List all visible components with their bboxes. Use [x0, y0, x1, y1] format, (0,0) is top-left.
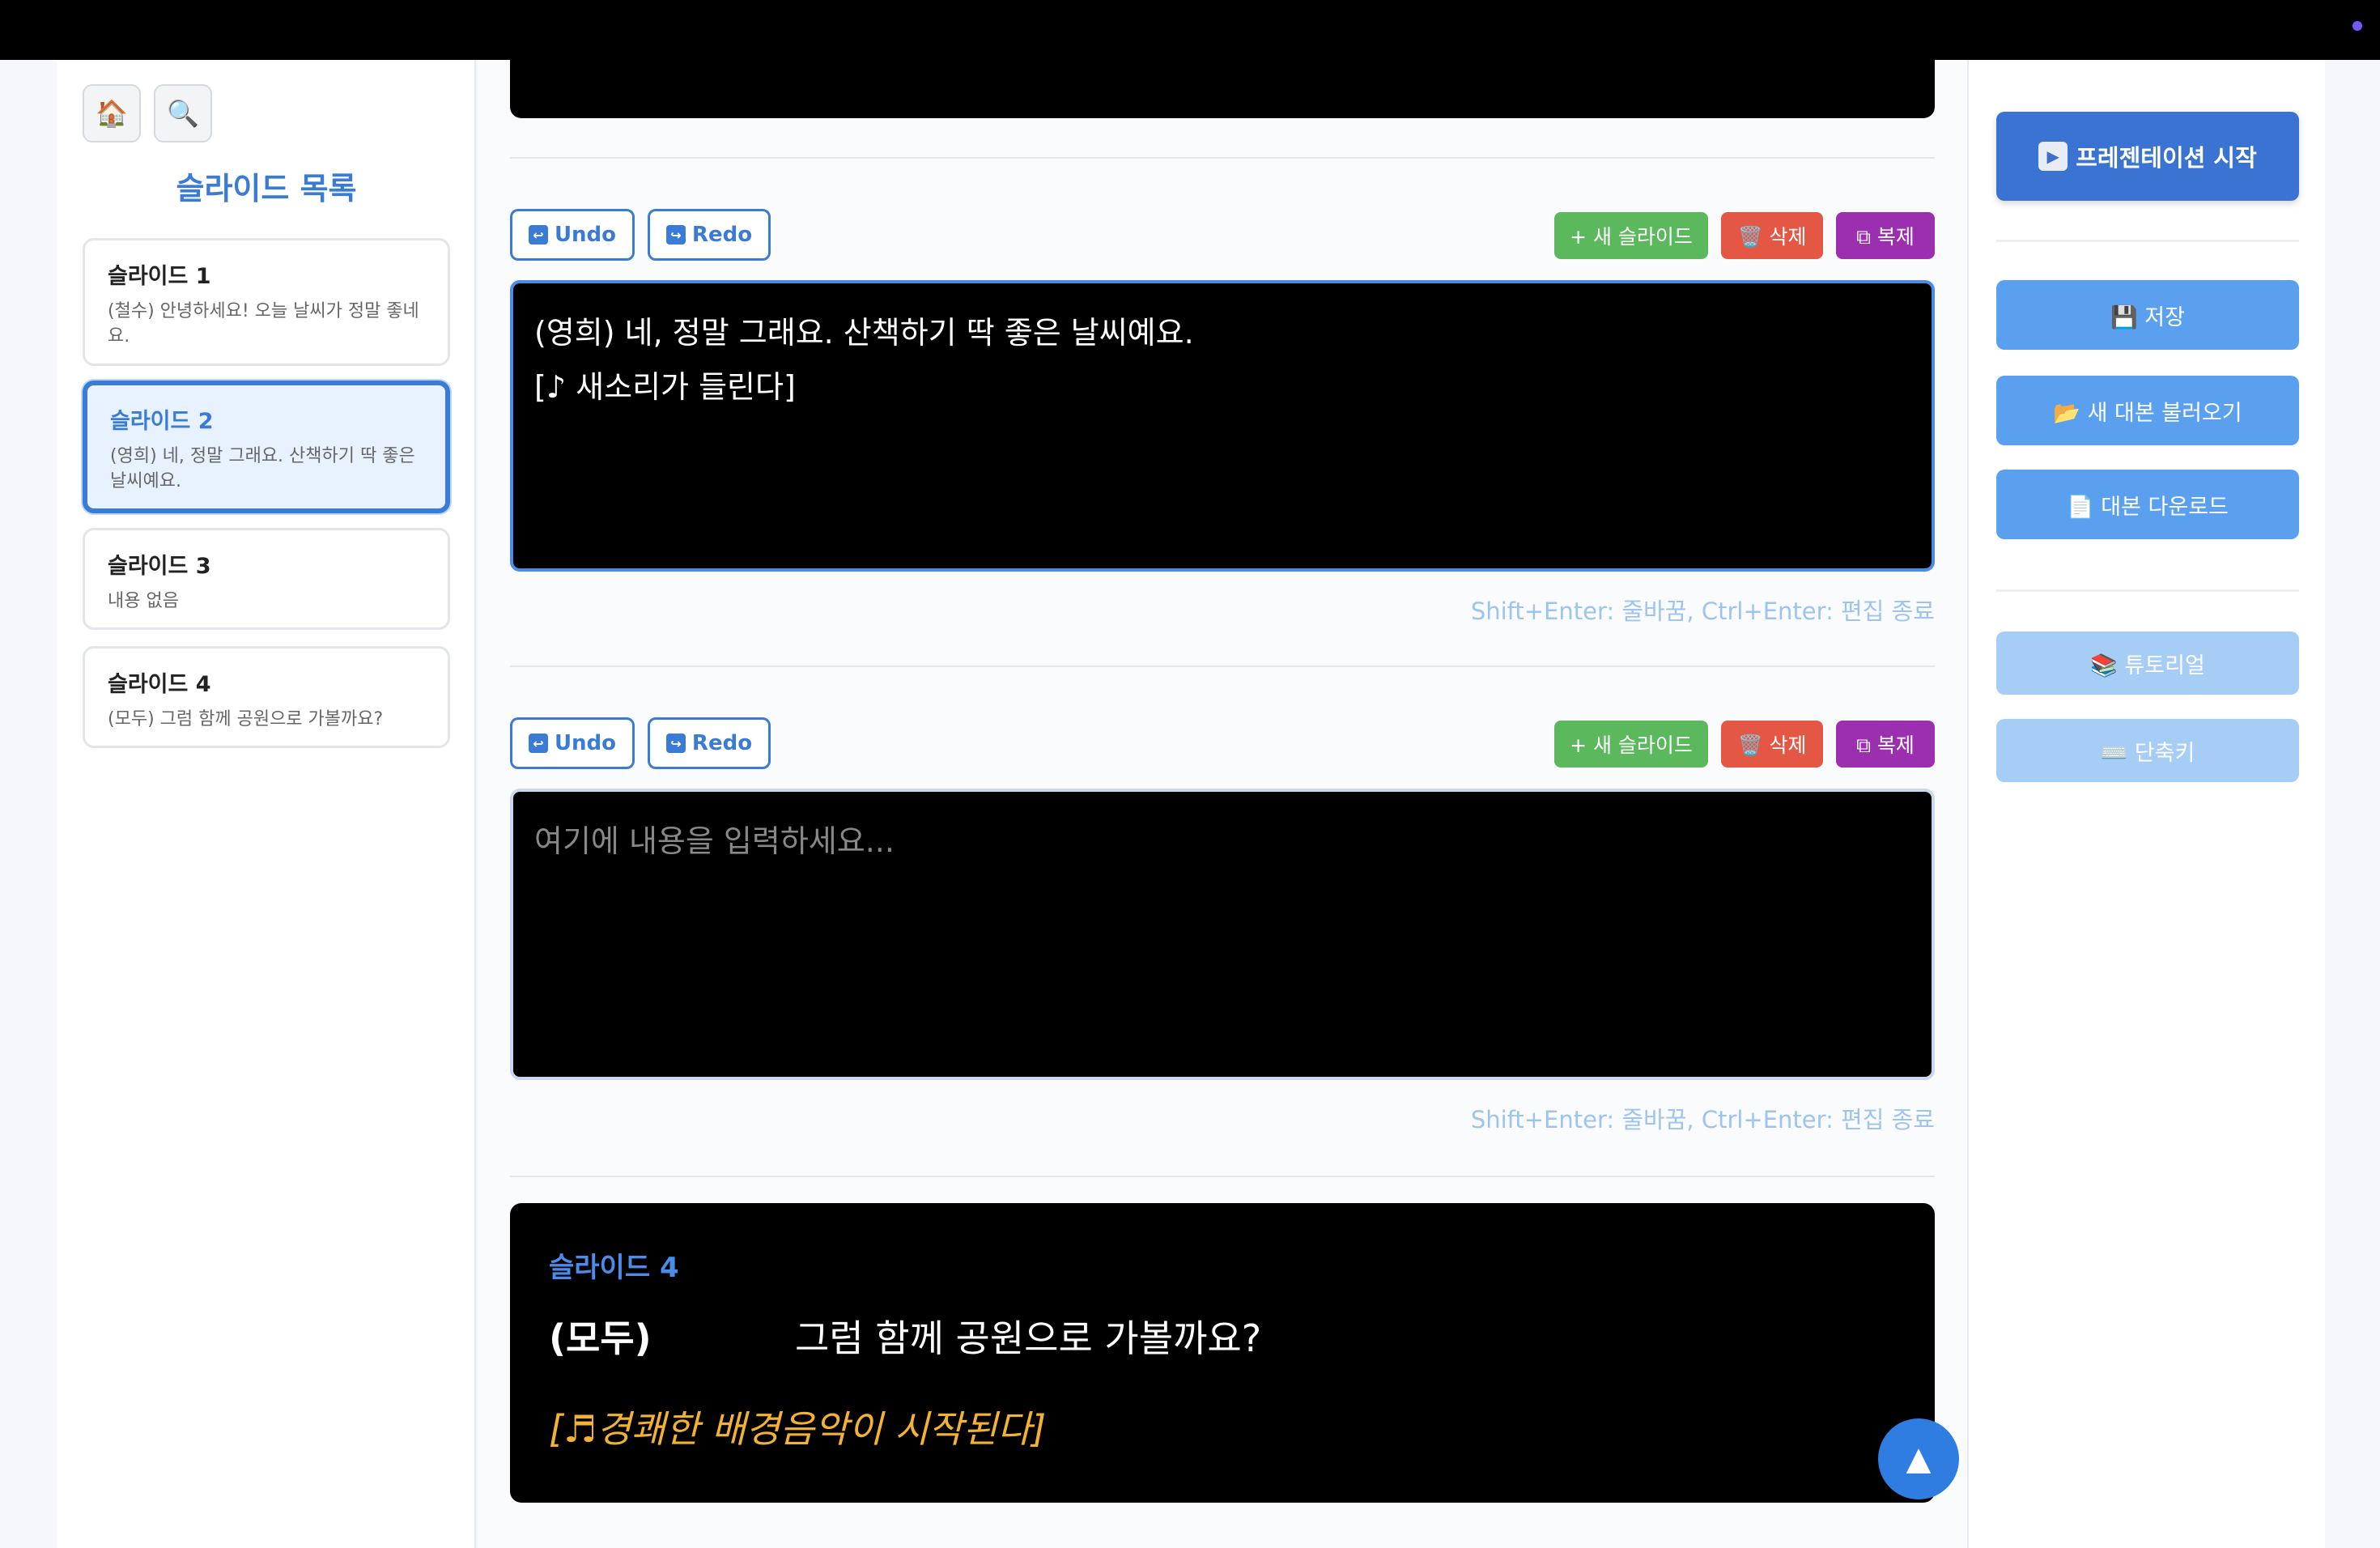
status-dot — [2352, 21, 2362, 31]
slide-item-preview: (영희) 네, 정말 그래요. 산책하기 딱 좋은 날씨예요. — [110, 446, 415, 491]
editor-line: (영희) 네, 정말 그래요. 산책하기 딱 좋은 날씨예요. — [534, 315, 1194, 351]
slide-item-preview: 내용 없음 — [108, 591, 179, 611]
slide-list-item-1[interactable]: 슬라이드 1 (철수) 안녕하세요! 오늘 날씨가 정말 좋네요. — [83, 238, 450, 366]
divider — [510, 157, 1935, 159]
search-button[interactable]: 🔍 — [154, 84, 212, 142]
undo-button[interactable]: ↩ Undo — [510, 717, 635, 769]
redo-button[interactable]: ↪ Redo — [648, 717, 771, 769]
undo-icon: ↩ — [528, 225, 548, 245]
slide-preview-card[interactable]: 슬라이드 4 (모두) 그럼 함께 공원으로 가볼까요? [♬경쾌한 배경음악이… — [510, 1203, 1935, 1503]
new-slide-button[interactable]: + 새 슬라이드 — [1554, 721, 1708, 768]
slide-text-editor[interactable]: (영희) 네, 정말 그래요. 산책하기 딱 좋은 날씨예요. [♪ 새소리가 … — [510, 280, 1935, 572]
preview-sound-effect: [♬경쾌한 배경음악이 시작된다] — [549, 1407, 1047, 1451]
slide-text-editor[interactable]: 여기에 내용을 입력하세요... — [510, 789, 1935, 1080]
editor-hint: Shift+Enter: 줄바꿈, Ctrl+Enter: 편집 종료 — [1470, 598, 1935, 625]
search-icon: 🔍 — [167, 98, 199, 129]
slide-item-title: 슬라이드 4 — [108, 672, 211, 697]
slide-item-preview: (모두) 그럼 함께 공원으로 가볼까요? — [108, 709, 384, 729]
delete-button[interactable]: 🗑️ 삭제 — [1721, 212, 1823, 259]
slide-item-preview: (철수) 안녕하세요! 오늘 날씨가 정말 좋네요. — [108, 301, 419, 347]
slide-item-title: 슬라이드 2 — [110, 409, 214, 434]
slide-list-item-3[interactable]: 슬라이드 3 내용 없음 — [83, 528, 450, 630]
slide-item-title: 슬라이드 3 — [108, 554, 211, 579]
tutorial-button[interactable]: 📚 튜토리얼 — [1996, 632, 2299, 695]
slide-sidebar: 🏠 🔍 슬라이드 목록 슬라이드 1 (철수) 안녕하세요! 오늘 날씨가 정말… — [57, 60, 476, 1548]
home-button[interactable]: 🏠 — [83, 84, 141, 142]
preview-slide-title: 슬라이드 4 — [549, 1252, 679, 1284]
sidebar-title: 슬라이드 목록 — [176, 171, 357, 206]
duplicate-button[interactable]: ⧉ 복제 — [1836, 212, 1935, 259]
slide-list-item-2[interactable]: 슬라이드 2 (영희) 네, 정말 그래요. 산책하기 딱 좋은 날씨예요. — [83, 381, 450, 513]
divider — [1996, 240, 2299, 242]
top-bar — [0, 0, 2380, 60]
undo-button[interactable]: ↩ Undo — [510, 209, 635, 261]
download-script-button[interactable]: 📄 대본 다운로드 — [1996, 470, 2299, 539]
play-icon: ▶ — [2038, 142, 2068, 171]
shortcuts-button[interactable]: ⌨️ 단축키 — [1996, 719, 2299, 782]
editor-line: [♪ 새소리가 들린다] — [534, 368, 796, 405]
home-icon: 🏠 — [96, 98, 128, 129]
duplicate-button[interactable]: ⧉ 복제 — [1836, 721, 1935, 768]
action-panel: ▶ 프레젠테이션 시작 💾 저장 📂 새 대본 불러오기 📄 대본 다운로드 📚… — [1967, 60, 2325, 1548]
preview-dialogue: 그럼 함께 공원으로 가볼까요? — [795, 1316, 1262, 1360]
divider — [1996, 589, 2299, 592]
start-presentation-button[interactable]: ▶ 프레젠테이션 시작 — [1996, 112, 2299, 201]
new-slide-button[interactable]: + 새 슬라이드 — [1554, 212, 1708, 259]
scroll-to-top-button[interactable]: ▲ — [1878, 1418, 1959, 1499]
slide-item-title: 슬라이드 1 — [108, 264, 211, 289]
editor-hint: Shift+Enter: 줄바꿈, Ctrl+Enter: 편집 종료 — [1470, 1106, 1935, 1133]
slide-list-item-4[interactable]: 슬라이드 4 (모두) 그럼 함께 공원으로 가볼까요? — [83, 646, 450, 748]
undo-icon: ↩ — [528, 734, 548, 753]
save-button[interactable]: 💾 저장 — [1996, 280, 2299, 350]
delete-button[interactable]: 🗑️ 삭제 — [1721, 721, 1823, 768]
preview-speaker: (모두) — [549, 1316, 652, 1360]
divider — [510, 666, 1935, 667]
load-script-button[interactable]: 📂 새 대본 불러오기 — [1996, 376, 2299, 445]
redo-icon: ↪ — [665, 734, 686, 753]
slide-preview-top — [510, 60, 1935, 118]
redo-button[interactable]: ↪ Redo — [648, 209, 771, 261]
divider — [510, 1176, 1935, 1177]
redo-icon: ↪ — [665, 225, 686, 245]
